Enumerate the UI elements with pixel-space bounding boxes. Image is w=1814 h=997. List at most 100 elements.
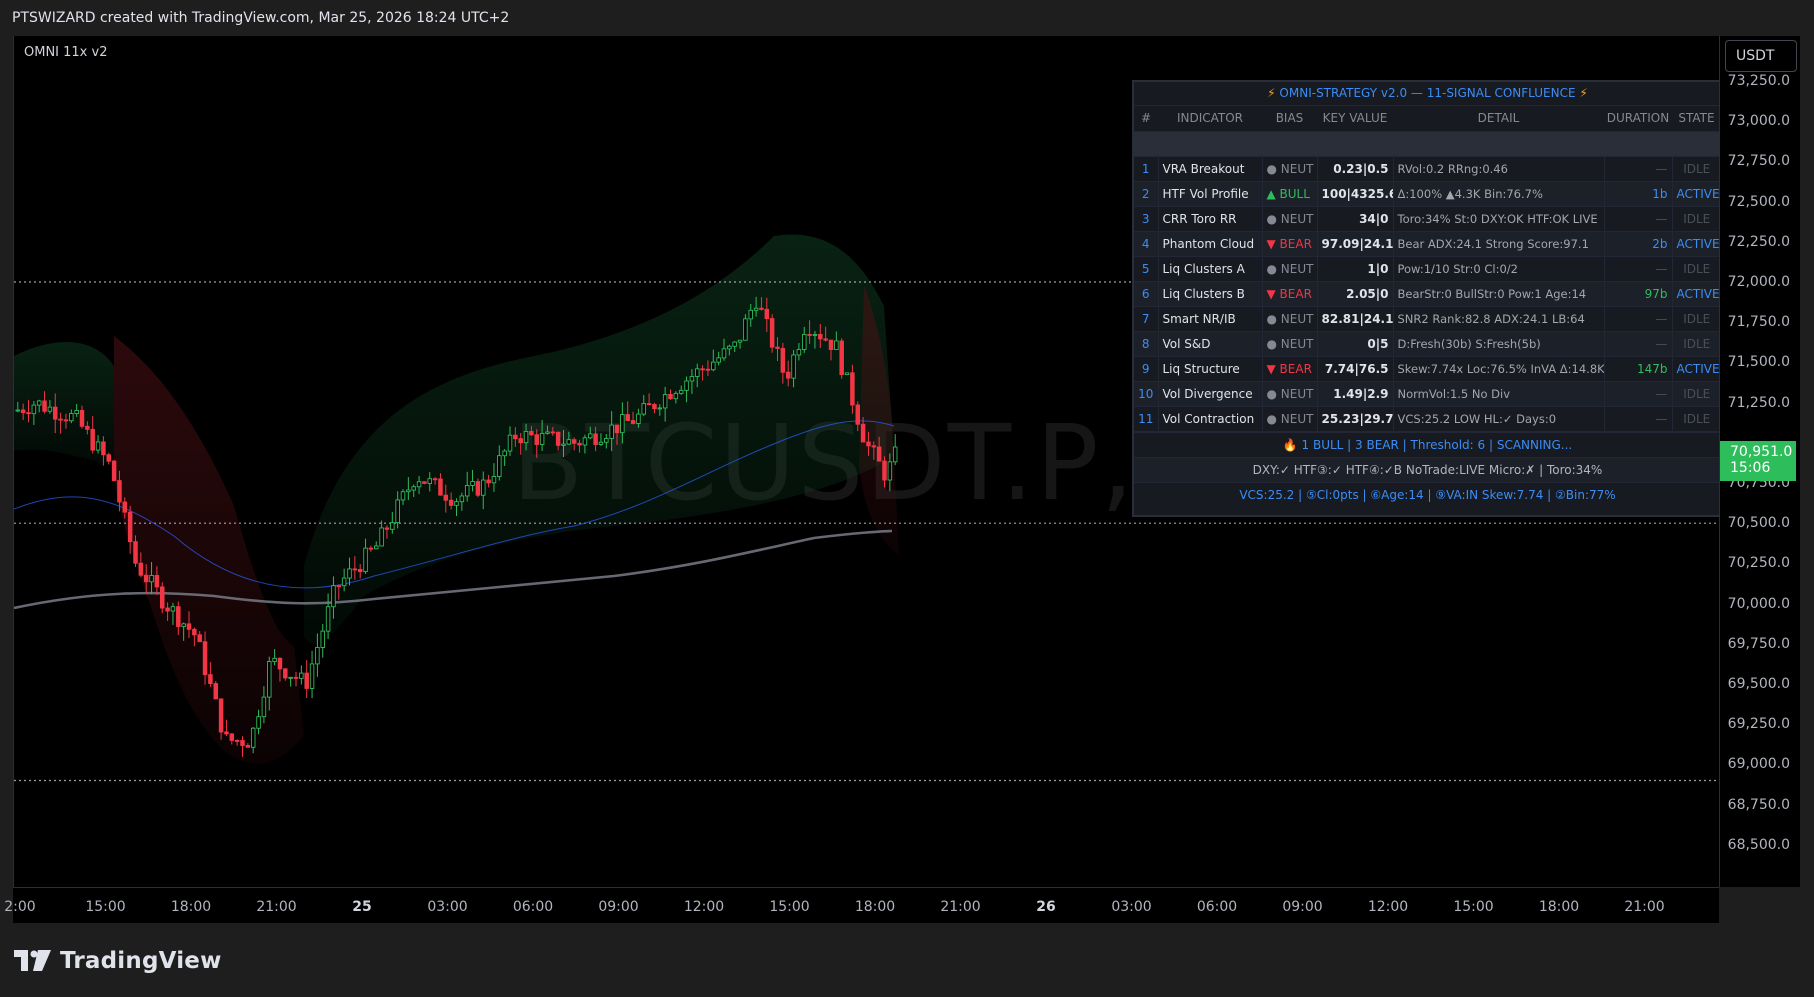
time-axis[interactable]: 2:00 15:00 18:00 21:00 25 03:00 06:00 09:00 12:0… — [4, 887, 1719, 923]
candle-body — [186, 623, 192, 630]
candle-body — [58, 418, 63, 421]
signal-row: 1 VRA Breakout ● NEUT 0.23|0.5 RVol:0.2 RRng… — [1134, 156, 1719, 182]
signal-detail: Bear ADX:24.1 Strong Score:97.1 — [1393, 231, 1605, 257]
candle-body — [85, 425, 90, 430]
candle-body — [170, 606, 176, 612]
candle-body — [796, 349, 802, 356]
candle-body — [336, 585, 342, 588]
candle-body — [106, 454, 111, 462]
candle-body — [240, 740, 245, 746]
candle-body — [604, 438, 609, 443]
candle-body — [887, 461, 893, 481]
table-spacer-row — [1134, 131, 1719, 157]
candle-body — [122, 501, 128, 513]
time-axis-label: 15:00 — [769, 899, 810, 915]
candle-body — [443, 494, 449, 501]
signal-number: 7 — [1134, 306, 1159, 332]
candle-body — [374, 545, 379, 550]
candle-body — [550, 431, 556, 434]
candle-body — [229, 733, 235, 741]
tradingview-logo[interactable]: TradingView — [14, 948, 222, 974]
indicator-legend[interactable]: OMNI 11x v2 — [24, 45, 107, 60]
signal-key-value: 97.09|24.1 — [1317, 231, 1394, 257]
candle-body — [464, 485, 470, 497]
candle-body — [593, 433, 598, 445]
candle-body — [577, 442, 582, 446]
candle-body — [732, 341, 737, 347]
time-axis-label: 12:00 — [683, 899, 725, 915]
signal-row: 5 Liq Clusters A ● NEUT 1|0 Pow:1/10 Str:0 C… — [1134, 256, 1719, 282]
column-header: INDICATOR — [1158, 106, 1262, 132]
signal-name: Smart NR/IB — [1158, 306, 1263, 332]
candle-body — [69, 413, 74, 422]
time-axis-label: 15:00 — [1453, 899, 1494, 915]
signal-state: ACTIVE — [1672, 231, 1719, 257]
candle-body — [42, 400, 47, 412]
candle-body — [272, 657, 277, 662]
signal-row: 3 CRR Toro RR ● NEUT 34|0 Toro:34% St:0 DXY:… — [1134, 206, 1719, 232]
candle-body — [721, 348, 727, 359]
candle-body — [775, 346, 780, 349]
candle-body — [127, 511, 133, 543]
signal-name: Vol Divergence — [1158, 381, 1263, 407]
candle-body — [95, 441, 101, 451]
time-axis-label: 18:00 — [1538, 899, 1580, 915]
candle-body — [159, 586, 165, 609]
candle-body — [79, 410, 85, 427]
signal-state: IDLE — [1672, 206, 1719, 232]
candle-body — [695, 368, 700, 377]
candle-body — [234, 739, 240, 742]
price-axis[interactable]: 73,250.0 73,000.0 72,750.0 72,500.0 72,250.0… — [1719, 36, 1800, 887]
candle-body — [266, 661, 272, 698]
signal-duration: — — [1604, 206, 1673, 232]
lightning-icon: ⚡ — [1579, 86, 1588, 100]
time-axis-label: 12:00 — [1367, 899, 1409, 915]
candle-body — [352, 568, 358, 571]
panel-title: ⚡ OMNI-STRATEGY v2.0 — 11-SIGNAL CONFLUE… — [1134, 82, 1719, 106]
candle-body — [224, 731, 229, 735]
signal-number: 5 — [1134, 256, 1159, 282]
candle-body — [459, 495, 465, 503]
candle-body — [850, 372, 855, 406]
signal-bias: ● NEUT — [1262, 406, 1318, 432]
signal-summary-text: 1 BULL | 3 BEAR | Threshold: 6 | SCANNIN… — [1301, 437, 1573, 452]
candle-body — [208, 674, 213, 684]
signal-detail: D:Fresh(30b) S:Fresh(5b) — [1393, 331, 1605, 357]
bar-countdown: 15:06 — [1730, 460, 1771, 476]
candle-body — [636, 413, 641, 424]
price-axis-label: 70,250.0 — [1727, 555, 1790, 572]
candle-body — [138, 562, 144, 576]
candle-body — [705, 368, 711, 371]
signal-state: ACTIVE — [1672, 281, 1719, 307]
candle-body — [261, 696, 267, 718]
signal-bias: ● NEUT — [1262, 256, 1318, 282]
candle-body — [154, 575, 160, 588]
candle-body — [481, 479, 486, 496]
candle-body — [769, 318, 775, 348]
signal-number: 10 — [1134, 381, 1159, 407]
candle-body — [390, 522, 395, 530]
signal-state: ACTIVE — [1672, 181, 1719, 207]
currency-button[interactable]: USDT — [1725, 40, 1797, 72]
signal-table-body: 1 VRA Breakout ● NEUT 0.23|0.5 RVol:0.2 RRng… — [1134, 131, 1719, 432]
column-header: DETAIL — [1393, 106, 1604, 132]
candle-body — [63, 419, 69, 422]
candle-body — [283, 668, 288, 679]
price-axis-label: 71,750.0 — [1727, 314, 1790, 331]
candle-body — [165, 607, 170, 612]
signal-bias: ● NEUT — [1262, 306, 1318, 332]
candle-body — [620, 414, 625, 434]
candle-body — [614, 424, 620, 434]
signal-duration: — — [1604, 381, 1673, 407]
column-header: DURATION — [1604, 106, 1672, 132]
candle-body — [53, 406, 58, 420]
signal-state: IDLE — [1672, 406, 1719, 432]
signal-number: 11 — [1134, 406, 1159, 432]
candle-body — [427, 478, 433, 484]
candle-body — [197, 634, 202, 643]
candle-body — [662, 394, 668, 409]
chart-canvas[interactable]: BTCUSDT.P, 15 OMNI 11x v2 ⚡ OMNI-STRATEG… — [13, 36, 1719, 887]
signal-key-value: 1|0 — [1317, 256, 1394, 282]
candle-body — [368, 547, 374, 550]
candle-body — [347, 568, 352, 579]
